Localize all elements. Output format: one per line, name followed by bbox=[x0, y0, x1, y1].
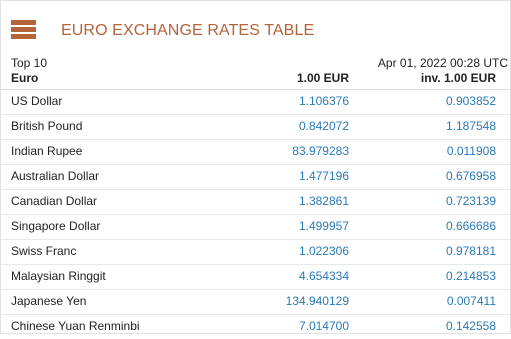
rate-link[interactable]: 1.382861 bbox=[299, 193, 349, 210]
table-row: Malaysian Ringgit 4.654334 0.214853 bbox=[1, 265, 510, 290]
table-row: Indian Rupee 83.979283 0.011908 bbox=[1, 140, 510, 165]
inverse-rate-link[interactable]: 0.723139 bbox=[446, 193, 496, 210]
inverse-rate-link[interactable]: 0.007411 bbox=[447, 293, 496, 310]
rate-link[interactable]: 4.654334 bbox=[299, 268, 349, 285]
currency-name: Canadian Dollar bbox=[11, 194, 98, 208]
currency-name: Singapore Dollar bbox=[11, 219, 101, 233]
table-row: Australian Dollar 1.477196 0.676958 bbox=[1, 165, 510, 190]
rate-link[interactable]: 7.014700 bbox=[299, 318, 349, 335]
currency-name: Indian Rupee bbox=[11, 144, 83, 158]
table-row: Japanese Yen 134.940129 0.007411 bbox=[1, 290, 510, 315]
currency-name: British Pound bbox=[11, 119, 83, 133]
rate-link[interactable]: 134.940129 bbox=[286, 293, 349, 310]
inverse-rate-link[interactable]: 0.903852 bbox=[446, 93, 496, 110]
currency-name: Malaysian Ringgit bbox=[11, 269, 106, 283]
exchange-rates-widget: EURO EXCHANGE RATES TABLE Top 10 Apr 01,… bbox=[0, 0, 511, 334]
timestamp: Apr 01, 2022 00:28 UTC bbox=[377, 56, 508, 70]
currency-name: Japanese Yen bbox=[11, 294, 87, 308]
rates-table: US Dollar 1.106376 0.903852 British Poun… bbox=[1, 90, 510, 339]
rate-link[interactable]: 83.979283 bbox=[292, 143, 349, 160]
inverse-rate-link[interactable]: 0.214853 bbox=[446, 268, 496, 285]
currency-name: US Dollar bbox=[11, 94, 63, 108]
list-label: Top 10 bbox=[11, 56, 48, 70]
currency-name: Australian Dollar bbox=[11, 169, 100, 183]
widget-header: EURO EXCHANGE RATES TABLE bbox=[1, 1, 510, 51]
menu-icon bbox=[11, 20, 36, 40]
column-header-value: 1.00 EUR bbox=[296, 71, 349, 85]
table-row: Singapore Dollar 1.499957 0.666686 bbox=[1, 215, 510, 240]
rate-link[interactable]: 1.477196 bbox=[299, 168, 349, 185]
table-row: Chinese Yuan Renminbi 7.014700 0.142558 bbox=[1, 315, 510, 339]
rate-link[interactable]: 0.842072 bbox=[299, 118, 349, 135]
column-header-inverse: inv. 1.00 EUR bbox=[420, 71, 496, 85]
table-row: Swiss Franc 1.022306 0.978181 bbox=[1, 240, 510, 265]
table-row: US Dollar 1.106376 0.903852 bbox=[1, 90, 510, 115]
rate-link[interactable]: 1.499957 bbox=[299, 218, 349, 235]
table-row: British Pound 0.842072 1.187548 bbox=[1, 115, 510, 140]
page-title: EURO EXCHANGE RATES TABLE bbox=[61, 22, 315, 39]
inverse-rate-link[interactable]: 0.011908 bbox=[447, 143, 496, 160]
table-row: Canadian Dollar 1.382861 0.723139 bbox=[1, 190, 510, 215]
column-header-currency: Euro bbox=[11, 71, 39, 85]
currency-name: Swiss Franc bbox=[11, 244, 77, 258]
currency-name: Chinese Yuan Renminbi bbox=[11, 319, 140, 333]
inverse-rate-link[interactable]: 0.666686 bbox=[446, 218, 496, 235]
inverse-rate-link[interactable]: 0.676958 bbox=[446, 168, 496, 185]
rate-link[interactable]: 1.022306 bbox=[299, 243, 349, 260]
inverse-rate-link[interactable]: 0.142558 bbox=[446, 318, 496, 335]
rate-link[interactable]: 1.106376 bbox=[299, 93, 349, 110]
inverse-rate-link[interactable]: 1.187548 bbox=[446, 118, 496, 135]
inverse-rate-link[interactable]: 0.978181 bbox=[446, 243, 496, 260]
